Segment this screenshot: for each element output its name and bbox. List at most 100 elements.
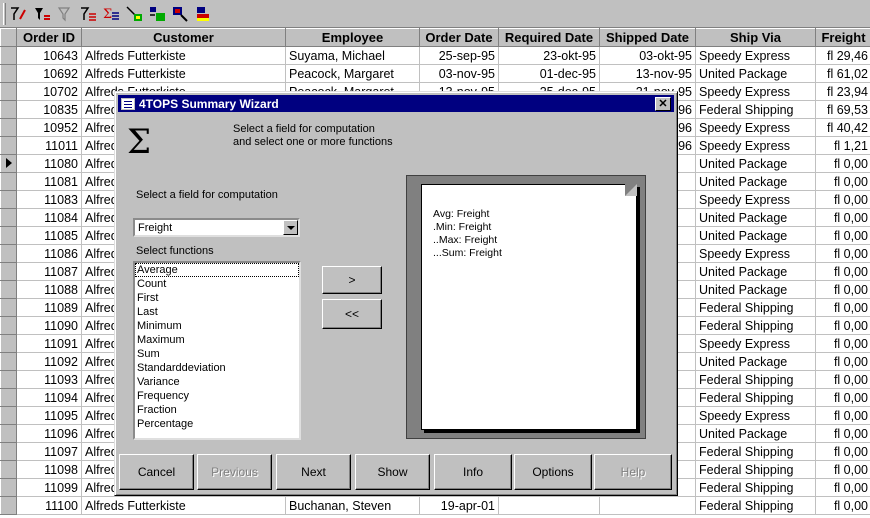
table-cell[interactable]: Peacock, Margaret xyxy=(285,64,420,83)
table-cell[interactable]: fl 0,00 xyxy=(815,244,870,263)
table-cell[interactable]: fl 0,00 xyxy=(815,334,870,353)
select-all-corner[interactable] xyxy=(0,28,17,47)
remove-functions-button[interactable]: << xyxy=(322,299,382,329)
table-cell[interactable]: Speedy Express xyxy=(695,190,816,209)
row-selector[interactable] xyxy=(0,460,17,479)
sort-descending-icon[interactable] xyxy=(77,3,99,25)
info-button[interactable]: Info xyxy=(434,454,512,490)
table-cell[interactable]: United Package xyxy=(695,352,816,371)
field-select[interactable]: Freight xyxy=(133,218,300,237)
row-selector[interactable] xyxy=(0,496,17,515)
remove-filter-icon[interactable] xyxy=(55,3,77,25)
table-cell[interactable]: Federal Shipping xyxy=(695,388,816,407)
table-cell[interactable]: 11083 xyxy=(16,190,82,209)
table-cell[interactable]: 11095 xyxy=(16,406,82,425)
table-cell[interactable]: United Package xyxy=(695,226,816,245)
row-selector[interactable] xyxy=(0,388,17,407)
table-cell[interactable]: 11086 xyxy=(16,244,82,263)
table-cell[interactable]: Federal Shipping xyxy=(695,370,816,389)
row-selector[interactable] xyxy=(0,316,17,335)
sort-ascending-icon[interactable] xyxy=(7,3,29,25)
cancel-button[interactable]: Cancel xyxy=(119,454,194,490)
table-cell[interactable]: 11097 xyxy=(16,442,82,461)
table-cell[interactable]: Speedy Express xyxy=(695,406,816,425)
table-cell[interactable]: 10692 xyxy=(16,64,82,83)
table-cell[interactable]: fl 0,00 xyxy=(815,496,870,515)
column-header[interactable]: Order Date xyxy=(419,28,499,47)
table-cell[interactable]: Speedy Express xyxy=(695,82,816,101)
table-cell[interactable]: 11092 xyxy=(16,352,82,371)
functions-listbox[interactable]: Average Count First Last Minimum Maximum Sum St… xyxy=(133,261,301,440)
table-cell[interactable] xyxy=(599,496,696,515)
table-cell[interactable]: 11085 xyxy=(16,226,82,245)
table-row[interactable]: 11100 Alfreds Futterkiste Buchanan, Steven… xyxy=(0,496,870,515)
list-item[interactable]: Average xyxy=(135,263,299,277)
table-cell[interactable]: Speedy Express xyxy=(695,334,816,353)
find-icon[interactable] xyxy=(169,3,191,25)
table-cell[interactable]: 10643 xyxy=(16,46,82,65)
close-button[interactable]: ✕ xyxy=(655,97,671,111)
row-selector[interactable] xyxy=(0,442,17,461)
table-cell[interactable]: 11090 xyxy=(16,316,82,335)
table-cell[interactable]: 11096 xyxy=(16,424,82,443)
table-cell[interactable]: Federal Shipping xyxy=(695,442,816,461)
row-selector[interactable] xyxy=(0,262,17,281)
table-cell[interactable]: fl 0,00 xyxy=(815,280,870,299)
list-item[interactable]: Minimum xyxy=(135,319,299,333)
table-cell[interactable]: United Package xyxy=(695,424,816,443)
row-selector[interactable] xyxy=(0,208,17,227)
table-cell[interactable]: Speedy Express xyxy=(695,46,816,65)
table-cell[interactable]: 03-okt-95 xyxy=(599,46,696,65)
level-icon[interactable] xyxy=(146,3,168,25)
table-cell[interactable]: fl 0,00 xyxy=(815,316,870,335)
list-item[interactable]: Count xyxy=(135,277,299,291)
list-item[interactable]: Sum xyxy=(135,347,299,361)
table-cell[interactable]: fl 23,94 xyxy=(815,82,870,101)
table-cell[interactable]: Speedy Express xyxy=(695,136,816,155)
table-cell[interactable]: 11094 xyxy=(16,388,82,407)
table-cell[interactable]: Suyama, Michael xyxy=(285,46,420,65)
table-cell[interactable]: 11081 xyxy=(16,172,82,191)
column-header[interactable]: Required Date xyxy=(498,28,600,47)
table-cell[interactable]: fl 0,00 xyxy=(815,352,870,371)
row-selector[interactable] xyxy=(0,64,17,83)
table-cell[interactable]: fl 0,00 xyxy=(815,154,870,173)
table-cell[interactable]: fl 29,46 xyxy=(815,46,870,65)
filter-icon[interactable] xyxy=(31,3,53,25)
table-cell[interactable]: 11088 xyxy=(16,280,82,299)
row-selector[interactable] xyxy=(0,136,17,155)
column-header[interactable]: Customer xyxy=(81,28,286,47)
table-row[interactable]: 10643 Alfreds Futterkiste Suyama, Michael 2… xyxy=(0,46,870,65)
next-button[interactable]: Next xyxy=(276,454,351,490)
list-item[interactable]: Percentage xyxy=(135,417,299,431)
row-selector[interactable] xyxy=(0,334,17,353)
list-item[interactable]: Variance xyxy=(135,375,299,389)
table-cell[interactable]: 13-nov-95 xyxy=(599,64,696,83)
table-cell[interactable]: fl 0,00 xyxy=(815,388,870,407)
chart-icon[interactable] xyxy=(123,3,145,25)
table-cell[interactable]: 10952 xyxy=(16,118,82,137)
row-selector[interactable] xyxy=(0,352,17,371)
row-selector[interactable] xyxy=(0,172,17,191)
show-button[interactable]: Show xyxy=(355,454,430,490)
table-cell[interactable]: Federal Shipping xyxy=(695,460,816,479)
table-cell[interactable]: 11087 xyxy=(16,262,82,281)
table-cell[interactable]: 10702 xyxy=(16,82,82,101)
table-cell[interactable]: Federal Shipping xyxy=(695,496,816,515)
table-cell[interactable]: 11011 xyxy=(16,136,82,155)
table-cell[interactable]: Federal Shipping xyxy=(695,316,816,335)
chevron-down-icon[interactable] xyxy=(283,220,298,235)
row-selector[interactable] xyxy=(0,226,17,245)
row-selector[interactable] xyxy=(0,46,17,65)
table-cell[interactable]: 01-dec-95 xyxy=(498,64,600,83)
row-selector[interactable] xyxy=(0,118,17,137)
column-header[interactable]: Ship Via xyxy=(695,28,816,47)
table-cell[interactable]: fl 40,42 xyxy=(815,118,870,137)
table-cell[interactable]: 23-okt-95 xyxy=(498,46,600,65)
table-cell[interactable]: 11080 xyxy=(16,154,82,173)
column-header[interactable]: Employee xyxy=(285,28,420,47)
table-cell[interactable]: fl 69,53 xyxy=(815,100,870,119)
list-item[interactable]: Fraction xyxy=(135,403,299,417)
summary-icon[interactable]: Σ xyxy=(100,3,122,25)
table-cell[interactable] xyxy=(498,496,600,515)
